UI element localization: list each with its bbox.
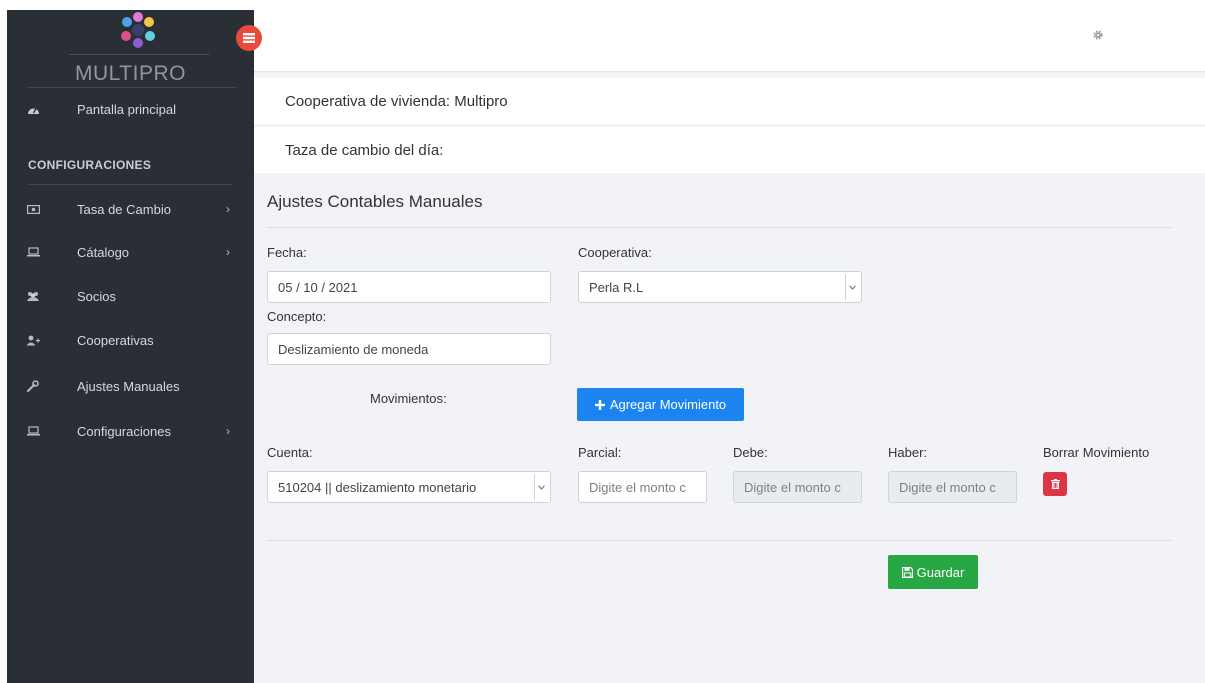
page-title: Ajustes Contables Manuales bbox=[267, 192, 483, 211]
sidebar-divider bbox=[28, 184, 232, 185]
sidebar-item-tasa-de-cambio[interactable]: Tasa de Cambio › bbox=[7, 194, 254, 224]
sidebar-section-heading: CONFIGURACIONES bbox=[28, 158, 152, 172]
parcial-input[interactable]: Digite el monto c bbox=[578, 471, 707, 503]
money-icon bbox=[25, 202, 41, 216]
title-divider bbox=[267, 227, 1172, 228]
add-movement-button[interactable]: Agregar Movimiento bbox=[577, 388, 744, 421]
cooperativa-select[interactable]: Perla R.L bbox=[578, 271, 862, 303]
sidebar-item-label: Socios bbox=[77, 288, 117, 304]
floppy-disk-icon bbox=[901, 566, 913, 578]
debe-input[interactable]: Digite el monto c bbox=[733, 471, 862, 503]
borrar-label: Borrar Movimiento bbox=[1043, 445, 1150, 460]
chevron-right-icon: › bbox=[226, 424, 230, 438]
sidebar-item-label: Cooperativas bbox=[77, 332, 154, 348]
plus-icon bbox=[594, 399, 605, 410]
cooperativa-selected-value: Perla R.L bbox=[589, 279, 644, 295]
sidebar-item-cooperativas[interactable]: Cooperativas bbox=[7, 325, 254, 355]
sidebar-item-socios[interactable]: Socios bbox=[7, 281, 254, 311]
form-footer-divider bbox=[267, 540, 1172, 541]
debe-label: Debe: bbox=[733, 445, 768, 460]
sidebar-item-label: Ajustes Manuales bbox=[77, 378, 180, 394]
cuenta-label: Cuenta: bbox=[267, 445, 313, 460]
movimientos-label: Movimientos: bbox=[370, 391, 447, 406]
add-movement-label: Agregar Movimiento bbox=[609, 397, 727, 412]
haber-label: Haber: bbox=[888, 445, 928, 460]
chevron-down-icon bbox=[534, 474, 548, 500]
save-button[interactable]: Guardar bbox=[888, 555, 978, 589]
fecha-input[interactable]: 05 / 10 / 2021 bbox=[267, 271, 551, 303]
concepto-input[interactable]: Deslizamiento de moneda bbox=[267, 333, 551, 365]
users-icon bbox=[25, 289, 41, 303]
sidebar-item-label: Configuraciones bbox=[77, 423, 171, 439]
trash-icon bbox=[1050, 479, 1060, 489]
brand-underline bbox=[27, 87, 237, 88]
menu-icon bbox=[243, 33, 255, 43]
save-button-label: Guardar bbox=[916, 564, 965, 580]
chevron-down-icon bbox=[845, 274, 859, 300]
brand-name: MULTIPRO bbox=[75, 62, 186, 85]
laptop-icon bbox=[25, 424, 41, 438]
brand-divider bbox=[69, 54, 209, 55]
wrench-icon bbox=[25, 379, 41, 393]
sidebar-item-label: Tasa de Cambio bbox=[77, 201, 171, 217]
topbar bbox=[254, 0, 1205, 72]
concepto-label: Concepto: bbox=[267, 309, 327, 324]
cooperativa-label: Cooperativa: bbox=[578, 245, 652, 260]
sidebar-item-label: Pantalla principal bbox=[77, 101, 177, 117]
laptop-icon bbox=[25, 245, 41, 259]
dashboard-icon bbox=[25, 102, 41, 116]
cuenta-selected-value: 510204 || deslizamiento monetario bbox=[278, 479, 477, 495]
cuenta-select[interactable]: 510204 || deslizamiento monetario bbox=[267, 471, 551, 503]
sidebar-item-configuraciones[interactable]: Configuraciones › bbox=[7, 416, 254, 446]
fecha-label: Fecha: bbox=[267, 245, 307, 260]
sidebar-item-catalogo[interactable]: Cátalogo › bbox=[7, 237, 254, 267]
brand: MULTIPRO bbox=[7, 10, 254, 90]
sidebar-item-label: Cátalogo bbox=[77, 244, 130, 260]
sidebar-item-dashboard[interactable]: Pantalla principal bbox=[7, 94, 254, 124]
sidebar: MULTIPRO Pantalla principal CONFIGURACIO… bbox=[7, 10, 254, 683]
chevron-right-icon: › bbox=[226, 202, 230, 216]
exchange-rate-text: Taza de cambio del día: bbox=[285, 142, 444, 159]
sidebar-toggle-button[interactable] bbox=[236, 25, 262, 51]
gear-icon[interactable] bbox=[1092, 29, 1104, 41]
user-plus-icon bbox=[25, 333, 41, 347]
cooperative-info-text: Cooperativa de vivienda: Multipro bbox=[285, 93, 508, 110]
cooperative-info-bar: Cooperativa de vivienda: Multipro bbox=[254, 78, 1205, 124]
exchange-rate-bar: Taza de cambio del día: bbox=[254, 127, 1205, 173]
haber-input[interactable]: Digite el monto c bbox=[888, 471, 1017, 503]
multipro-logo-icon bbox=[121, 12, 155, 48]
delete-movement-button[interactable] bbox=[1043, 472, 1067, 496]
sidebar-item-ajustes-manuales[interactable]: Ajustes Manuales bbox=[7, 371, 254, 401]
chevron-right-icon: › bbox=[226, 245, 230, 259]
parcial-label: Parcial: bbox=[578, 445, 622, 460]
